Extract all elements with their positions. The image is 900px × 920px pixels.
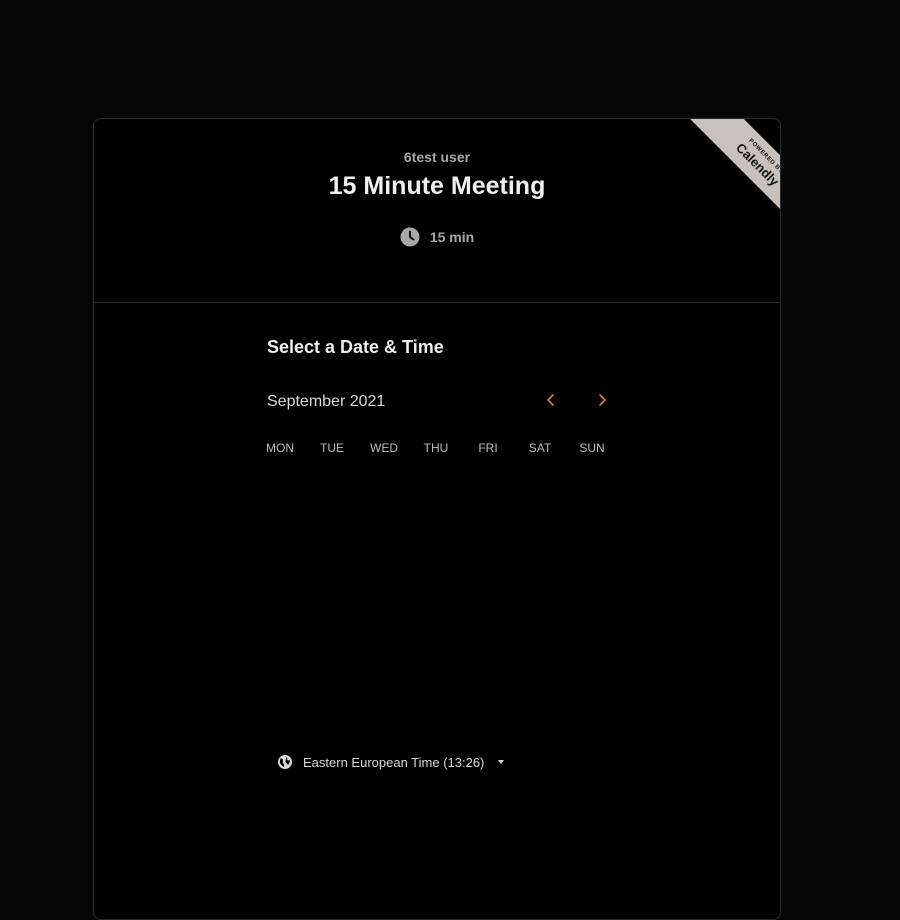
weekday-label: TUE — [320, 441, 344, 455]
duration-label: 15 min — [429, 229, 475, 245]
weekday-header: MON TUE WED THU FRI SAT SUN — [254, 441, 618, 455]
globe-icon — [277, 754, 293, 770]
prev-month-button[interactable] — [536, 385, 566, 415]
booking-card: POWERED BY Calendly 6test user 15 Minute… — [93, 118, 781, 920]
timezone-selector[interactable]: Eastern European Time (13:26) — [277, 754, 505, 770]
caret-down-icon — [498, 760, 505, 764]
event-title: 15 Minute Meeting — [328, 172, 546, 200]
weekday-label: WED — [370, 441, 398, 455]
event-header: 6test user 15 Minute Meeting 15 min — [94, 119, 780, 303]
clock-icon — [400, 227, 420, 247]
timezone-label: Eastern European Time (13:26) — [303, 754, 485, 770]
chevron-right-icon — [599, 394, 606, 406]
event-duration: 15 min — [94, 227, 780, 247]
month-label: September 2021 — [267, 393, 386, 410]
weekday-label: MON — [266, 441, 294, 455]
weekday-label: SAT — [528, 441, 552, 455]
weekday-label: SUN — [579, 441, 605, 455]
weekday-label: THU — [423, 441, 449, 455]
owner-name: 6test user — [403, 149, 471, 165]
chevron-left-icon — [547, 394, 554, 406]
weekday-label: FRI — [478, 441, 498, 455]
section-title: Select a Date & Time — [267, 337, 444, 357]
next-month-button[interactable] — [587, 385, 617, 415]
